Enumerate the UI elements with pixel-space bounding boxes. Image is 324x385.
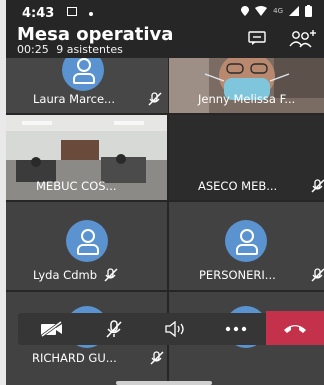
status-time: 4:43 (22, 6, 55, 21)
hang-up-icon (284, 325, 306, 333)
avatar (62, 58, 104, 91)
avatar (225, 220, 267, 262)
notification-dot-icon (89, 12, 93, 16)
participant-tile[interactable]: PERSONERI... (169, 202, 324, 290)
wifi-icon (255, 6, 268, 16)
notification-icon (67, 7, 77, 16)
mic-muted-icon (148, 92, 162, 106)
battery-icon (305, 5, 312, 17)
attendee-count: 9 asistentes (56, 43, 123, 56)
speaker-button[interactable] (156, 313, 196, 345)
signal-icon (289, 6, 299, 16)
more-options-button[interactable] (216, 313, 256, 345)
participants-icon[interactable] (289, 29, 317, 49)
participant-name: PERSONERI... (199, 268, 276, 282)
chat-icon[interactable] (248, 31, 266, 45)
participant-tile[interactable]: Laura Marce... (6, 58, 168, 113)
location-icon (241, 6, 250, 16)
speaker-icon (165, 321, 184, 337)
camera-toggle-button[interactable] (32, 313, 72, 345)
signal-label: 4G (273, 7, 283, 15)
participant-name: ASECO MEB... (198, 179, 278, 193)
participant-name: MEBUC COS... (36, 179, 117, 193)
participant-tile[interactable]: ASECO MEB... (169, 115, 324, 200)
mic-muted-icon (311, 268, 324, 282)
meeting-info: 00:25 9 asistentes (17, 43, 123, 56)
participant-name: RICHARD GU... (32, 351, 117, 365)
mic-muted-icon (150, 351, 164, 365)
home-indicator[interactable] (116, 381, 212, 385)
participant-name: Lyda Cdmb (33, 268, 97, 282)
participant-tile[interactable]: MEBUC COS... (6, 115, 167, 200)
status-bar: 4:43 4G (6, 0, 324, 24)
mic-muted-icon (104, 268, 118, 282)
hang-up-button[interactable] (266, 311, 324, 345)
meeting-header: Mesa operativa 00:25 9 asistentes (6, 24, 324, 58)
participant-name: Jenny Melissa F... (198, 92, 296, 106)
meeting-title: Mesa operativa (17, 24, 174, 45)
participant-tile[interactable]: Jenny Melissa F... (169, 58, 324, 113)
meeting-duration: 00:25 (17, 43, 49, 56)
participant-tile[interactable]: Lyda Cdmb (6, 202, 167, 290)
meeting-screen: 4:43 4G Mesa operativa 00:25 9 asistente… (6, 0, 324, 385)
mic-toggle-button[interactable] (94, 313, 134, 345)
more-icon (225, 326, 247, 332)
call-controls-bar (18, 311, 324, 345)
status-icons: 4G (241, 5, 312, 17)
mic-muted-icon (311, 179, 324, 193)
participant-name: Laura Marce... (33, 92, 115, 106)
avatar (66, 220, 108, 262)
mic-off-icon (106, 320, 122, 338)
camera-off-icon (41, 321, 62, 337)
